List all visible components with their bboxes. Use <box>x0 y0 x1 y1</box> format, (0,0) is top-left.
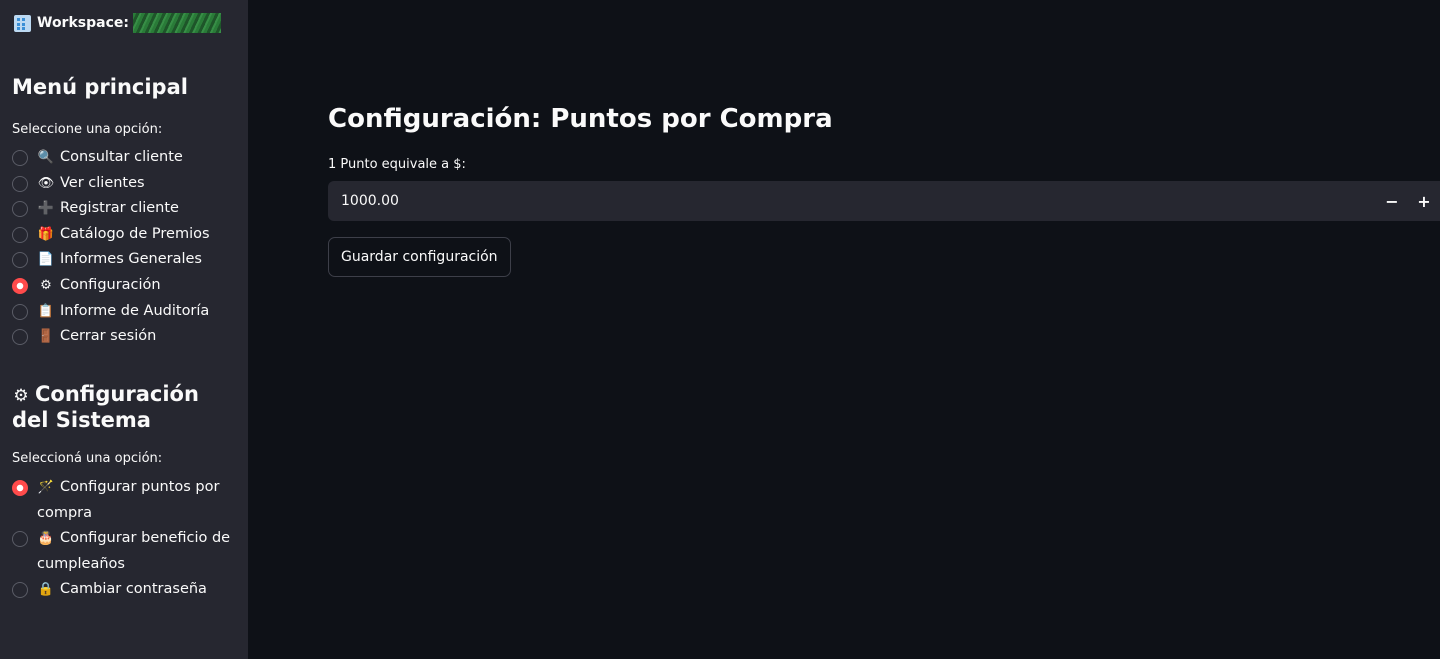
config-item-cambiar-contrasena[interactable]: 🔒 Cambiar contraseña <box>12 577 237 603</box>
menu-item-informe-auditoria[interactable]: 📋 Informe de Auditoría <box>12 299 237 325</box>
door-icon: 🚪 <box>37 329 55 345</box>
page-title: Configuración: Puntos por Compra <box>328 104 833 134</box>
save-config-button[interactable]: Guardar configuración <box>328 237 511 277</box>
config-item-beneficio-cumpleanos[interactable]: 🎂 Configurar beneficio de cumpleaños <box>12 526 237 577</box>
radio-button[interactable] <box>12 531 28 548</box>
eye-icon: 👁 <box>37 175 55 191</box>
menu-item-catalogo-premios[interactable]: 🎁 Catálogo de Premios <box>12 222 237 248</box>
system-config-title-text: Configuración del Sistema <box>12 382 199 432</box>
menu-item-registrar-cliente[interactable]: ➕ Registrar cliente <box>12 196 237 222</box>
points-number-input: − + <box>328 181 1440 221</box>
menu-item-label: Consultar cliente <box>60 149 183 165</box>
main-menu-title: Menú principal <box>12 75 188 99</box>
config-item-label: Cambiar contraseña <box>60 581 207 598</box>
workspace-header: Workspace: <box>14 13 221 33</box>
main-menu-radio-group: 🔍 Consultar cliente 👁 Ver clientes ➕ Regist… <box>12 145 237 350</box>
config-item-label: Configurar beneficio de cumpleaños <box>37 530 231 572</box>
system-config-title: ⚙ Configuración del Sistema <box>12 382 237 432</box>
workspace-label: Workspace: <box>37 15 129 31</box>
menu-item-label: Cerrar sesión <box>60 328 157 345</box>
menu-item-cerrar-sesion[interactable]: 🚪 Cerrar sesión <box>12 324 237 350</box>
main-menu-prompt: Seleccione una opción: <box>12 122 163 137</box>
menu-item-label: Informe de Auditoría <box>60 302 210 319</box>
points-value-field[interactable] <box>328 181 1376 221</box>
radio-button[interactable] <box>12 329 28 346</box>
radio-button[interactable] <box>12 252 28 269</box>
menu-item-configuracion[interactable]: ⚙ Configuración <box>12 273 237 299</box>
gift-icon: 🎁 <box>37 226 55 242</box>
clipboard-icon: 📋 <box>37 303 55 319</box>
gear-icon: ⚙ <box>40 277 52 293</box>
lock-icon: 🔒 <box>37 582 55 598</box>
menu-item-consultar-cliente[interactable]: 🔍 Consultar cliente <box>12 145 237 171</box>
radio-button-selected[interactable] <box>12 277 28 294</box>
points-input-label: 1 Punto equivale a $: <box>328 157 466 172</box>
menu-item-informes-generales[interactable]: 📄 Informes Generales <box>12 247 237 273</box>
decrement-button[interactable]: − <box>1376 181 1408 221</box>
radio-button[interactable] <box>12 226 28 243</box>
radio-button[interactable] <box>12 582 28 599</box>
system-config-prompt: Seleccioná una opción: <box>12 451 163 466</box>
menu-item-label: Configuración <box>60 276 161 293</box>
wand-icon: 🪄 <box>37 480 55 495</box>
radio-button-selected[interactable] <box>12 480 28 496</box>
magnifier-icon: 🔍 <box>37 150 55 165</box>
radio-button[interactable] <box>12 303 28 320</box>
menu-item-label: Informes Generales <box>60 251 202 268</box>
menu-item-label: Ver clientes <box>60 174 145 191</box>
radio-button[interactable] <box>12 150 28 166</box>
main-content: Configuración: Puntos por Compra 1 Punto… <box>248 0 1440 659</box>
app-root: Workspace: Menú principal Seleccione una… <box>0 0 1440 659</box>
building-icon <box>14 14 31 32</box>
menu-item-label: Registrar cliente <box>60 200 179 217</box>
plus-icon: ➕ <box>37 201 55 217</box>
config-item-label: Configurar puntos por compra <box>37 479 220 521</box>
cake-icon: 🎂 <box>37 531 55 547</box>
document-icon: 📄 <box>37 252 55 268</box>
increment-button[interactable]: + <box>1408 181 1440 221</box>
menu-item-label: Catálogo de Premios <box>60 225 210 242</box>
radio-button[interactable] <box>12 175 28 192</box>
radio-button[interactable] <box>12 201 28 218</box>
workspace-name-redacted <box>132 13 221 33</box>
config-item-puntos-compra[interactable]: 🪄 Configurar puntos por compra <box>12 475 237 526</box>
sidebar: Workspace: Menú principal Seleccione una… <box>0 0 248 659</box>
system-config-radio-group: 🪄 Configurar puntos por compra 🎂 Configura… <box>12 475 237 603</box>
gear-icon: ⚙ <box>13 386 29 406</box>
menu-item-ver-clientes[interactable]: 👁 Ver clientes <box>12 171 237 197</box>
